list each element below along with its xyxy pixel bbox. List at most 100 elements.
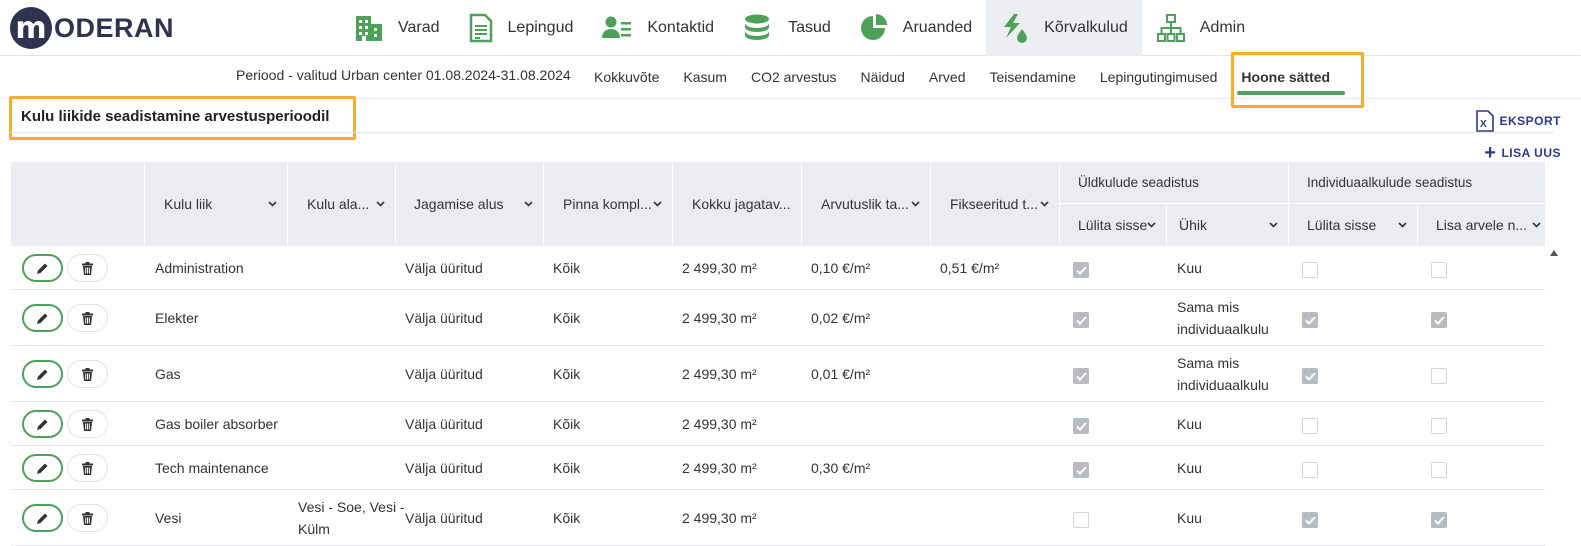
nav-kontaktid[interactable]: Kontaktid	[587, 0, 728, 56]
checkbox-gen-enable[interactable]	[1073, 512, 1089, 528]
checkbox-gen-enable[interactable]	[1073, 312, 1089, 328]
chevron-down-icon	[1269, 222, 1278, 228]
cell-text: Välja üüritud	[405, 365, 483, 382]
col-jagamise-alus[interactable]: Jagamise alus	[395, 162, 543, 246]
svg-text:X: X	[1480, 119, 1487, 130]
sub-nav: Periood - valitud Urban center 01.08.202…	[0, 57, 1581, 97]
edit-button[interactable]	[22, 454, 63, 482]
tab-naidud[interactable]: Näidud	[849, 57, 917, 97]
checkbox-ind-enable[interactable]	[1302, 368, 1318, 384]
col-fikseeritud[interactable]: Fikseeritud t...	[930, 162, 1059, 246]
add-new-button[interactable]: + LISA UUS	[1484, 142, 1561, 164]
cell-text: 2 499,30 m²	[682, 459, 757, 476]
pencil-icon	[37, 369, 48, 380]
cell-kulu-liik: Administration	[155, 246, 280, 289]
tab-teisendamine[interactable]: Teisendamine	[978, 57, 1088, 97]
cell-text: Välja üüritud	[405, 259, 483, 276]
delete-button[interactable]	[67, 504, 108, 532]
cell-gen-unit: Kuu	[1177, 246, 1287, 289]
nav-lepingud[interactable]: Lepingud	[454, 0, 588, 56]
checkbox-gen-enable[interactable]	[1073, 262, 1089, 278]
tab-kokkuvote[interactable]: Kokkuvõte	[582, 57, 671, 97]
edit-button[interactable]	[22, 360, 63, 388]
checkbox-ind-enable[interactable]	[1302, 462, 1318, 478]
delete-button[interactable]	[67, 304, 108, 332]
col-ind-add[interactable]: Lisa arvele n...	[1417, 204, 1545, 246]
nav-kontaktid-label: Kontaktid	[647, 19, 715, 36]
scroll-up-arrow[interactable]	[1550, 250, 1558, 256]
col-jagamise-alus-label: Jagamise alus	[414, 196, 504, 212]
col-gen-unit[interactable]: Ühik	[1166, 204, 1288, 246]
checkbox-ind-add[interactable]	[1431, 418, 1447, 434]
period-label: Periood - valitud Urban center 01.08.202…	[236, 67, 571, 83]
checkbox-ind-add[interactable]	[1431, 462, 1447, 478]
checkbox-ind-add[interactable]	[1431, 512, 1447, 528]
cell-fikseeritud	[940, 490, 1065, 545]
tab-hoone-satted[interactable]: Hoone sätted	[1229, 57, 1345, 97]
cell-jagamise-alus: Välja üüritud	[405, 446, 530, 489]
trash-icon	[82, 417, 93, 431]
checkbox-ind-add[interactable]	[1431, 368, 1447, 384]
check-icon	[1304, 315, 1316, 325]
col-kulu-ala-label: Kulu ala...	[307, 196, 370, 212]
cell-kokku: 2 499,30 m²	[682, 402, 807, 445]
col-kulu-liik[interactable]: Kulu liik	[144, 162, 287, 246]
edit-button[interactable]	[22, 304, 63, 332]
checkbox-gen-enable[interactable]	[1073, 368, 1089, 384]
delete-button[interactable]	[67, 410, 108, 438]
delete-button[interactable]	[67, 454, 108, 482]
col-gen-enable[interactable]: Lülita sisse	[1059, 204, 1166, 246]
checkbox-ind-enable[interactable]	[1302, 418, 1318, 434]
checkbox-gen-enable[interactable]	[1073, 418, 1089, 434]
plus-icon: +	[1484, 142, 1497, 164]
col-kokku[interactable]: Kokku jagatav...	[672, 162, 801, 246]
cell-kulu-liik: Vesi	[155, 490, 280, 545]
trash-icon	[82, 311, 93, 325]
edit-button[interactable]	[22, 504, 63, 532]
cell-kokku: 2 499,30 m²	[682, 246, 807, 289]
table-row: Tech maintenance Välja üüritud Kõik 2 499,3…	[11, 446, 1545, 490]
edit-button[interactable]	[22, 254, 63, 282]
checkbox-ind-add[interactable]	[1431, 262, 1447, 278]
cell-text: Kõik	[553, 459, 581, 476]
cell-text: Kõik	[553, 509, 581, 526]
cell-pinna: Kõik	[553, 290, 678, 345]
col-kulu-ala[interactable]: Kulu ala...	[287, 162, 395, 246]
nav-korvalkulud[interactable]: Kõrvalkulud	[986, 0, 1142, 56]
cell-kokku: 2 499,30 m²	[682, 490, 807, 545]
cell-pinna: Kõik	[553, 446, 678, 489]
export-label: EKSPORT	[1499, 114, 1561, 128]
export-button[interactable]: X EKSPORT	[1475, 110, 1561, 132]
col-pinna[interactable]: Pinna kompl...	[543, 162, 672, 246]
checkbox-ind-add[interactable]	[1431, 312, 1447, 328]
table-header: Kulu liik Kulu ala... Jagamise alus Pinn…	[11, 162, 1545, 246]
checkbox-ind-enable[interactable]	[1302, 262, 1318, 278]
cell-pinna: Kõik	[553, 402, 678, 445]
cell-arvutuslik	[811, 402, 936, 445]
tab-lepingutingimused[interactable]: Lepingutingimused	[1088, 57, 1230, 97]
tab-kasum[interactable]: Kasum	[671, 57, 739, 97]
col-fikseeritud-label: Fikseeritud t...	[950, 196, 1038, 212]
cell-text: Kõik	[553, 415, 581, 432]
check-icon	[1075, 371, 1087, 381]
nav-varad[interactable]: Varad	[340, 0, 454, 56]
checkbox-ind-enable[interactable]	[1302, 312, 1318, 328]
nav-admin[interactable]: Admin	[1142, 0, 1259, 56]
checkbox-ind-enable[interactable]	[1302, 512, 1318, 528]
cell-text: 0,02 €/m²	[811, 309, 871, 326]
cell-kulu-liik: Tech maintenance	[155, 446, 280, 489]
nav-tasud[interactable]: Tasud	[728, 0, 845, 56]
nav-aruanded[interactable]: Aruanded	[845, 0, 986, 56]
edit-button[interactable]	[22, 410, 63, 438]
pencil-icon	[37, 419, 48, 430]
moderan-logo[interactable]: m ODERAN	[10, 6, 174, 50]
tab-co2-arvestus[interactable]: CO2 arvestus	[739, 57, 849, 97]
col-arvutuslik[interactable]: Arvutuslik ta...	[801, 162, 930, 246]
col-ind-enable[interactable]: Lülita sisse	[1288, 204, 1417, 246]
delete-button[interactable]	[67, 254, 108, 282]
checkbox-gen-enable[interactable]	[1073, 462, 1089, 478]
delete-button[interactable]	[67, 360, 108, 388]
cell-gen-unit: Kuu	[1177, 402, 1287, 445]
coins-icon	[745, 14, 770, 40]
tab-arved[interactable]: Arved	[917, 57, 978, 97]
